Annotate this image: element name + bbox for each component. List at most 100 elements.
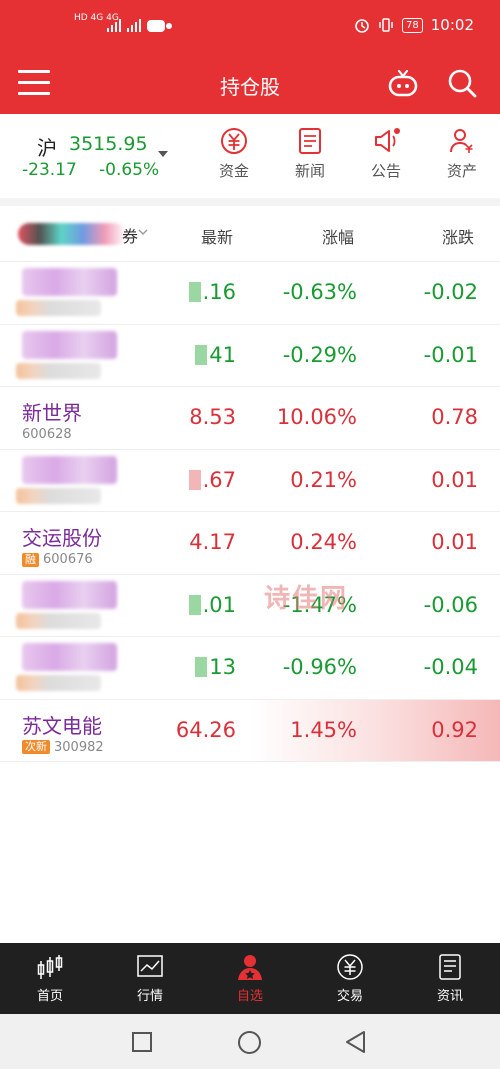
- assets-button[interactable]: 资产: [432, 126, 492, 188]
- column-header-latest[interactable]: 最新: [201, 224, 233, 248]
- latest-price: 64.26: [175, 717, 236, 742]
- change-pct: 0.21%: [290, 467, 357, 492]
- stock-row[interactable]: 新世界 600628 8.53 10.06% 0.78: [0, 387, 500, 450]
- nav-trade-label: 交易: [336, 989, 363, 1004]
- section-divider: [0, 198, 500, 206]
- nav-home-label: 首页: [36, 989, 63, 1004]
- yuan-circle-icon: [221, 128, 247, 154]
- stock-row[interactable]: .67 0.21% 0.01: [0, 450, 500, 512]
- latest-price: .01: [202, 592, 236, 617]
- latest-price-cell: 13: [146, 655, 236, 679]
- nav-news-label: 资讯: [436, 989, 463, 1004]
- yuan-coin-icon: [337, 954, 363, 980]
- change-amount: 0.78: [431, 405, 478, 429]
- change-pct: 0.24%: [290, 530, 357, 554]
- announcement-label: 公告: [370, 162, 401, 180]
- news-label: 新闻: [294, 162, 325, 180]
- stock-tag-badge: 融: [22, 552, 39, 567]
- watermark: 诗佳网: [264, 584, 349, 614]
- stock-name: 交运股份: [22, 526, 102, 550]
- stock-row[interactable]: .16 -0.63% -0.02: [0, 262, 500, 325]
- chevron-down-icon: [138, 229, 148, 235]
- robot-icon[interactable]: [386, 67, 420, 99]
- group-selector[interactable]: 券: [18, 223, 153, 247]
- masked-stock-code: [16, 362, 101, 379]
- stock-row[interactable]: .01 -1.47% -0.06: [0, 575, 500, 637]
- column-header-change[interactable]: 涨跌: [442, 224, 474, 248]
- latest-price-cell: 4.17: [146, 530, 236, 554]
- index-quote-bar[interactable]: 沪 3515.95 -23.17 -0.65% 资金 新闻 公告 资产: [0, 114, 500, 198]
- masked-stock-name: [22, 580, 117, 609]
- change-amount: -0.01: [423, 342, 478, 367]
- alarm-icon: [355, 19, 369, 33]
- index-change: -23.17: [22, 160, 77, 180]
- index-dropdown-caret-icon[interactable]: [158, 151, 168, 157]
- change-pct: -0.63%: [282, 280, 357, 304]
- nav-watchlist[interactable]: 自选: [210, 953, 290, 1004]
- stock-row[interactable]: 苏文电能 次新 300982 64.26 1.45% 0.92: [0, 699, 500, 762]
- stock-row[interactable]: 13 -0.96% -0.04: [0, 637, 500, 700]
- index-change-pct: -0.65%: [99, 160, 160, 180]
- change-amount: 0.01: [431, 467, 478, 492]
- funds-button[interactable]: 资金: [204, 126, 264, 188]
- news-document-icon: [299, 128, 321, 154]
- masked-stock-name: [22, 643, 117, 671]
- document-icon: [439, 954, 461, 980]
- recent-apps-icon[interactable]: [131, 1031, 153, 1053]
- stock-name: 新世界: [22, 401, 82, 425]
- column-header-pct[interactable]: 涨幅: [322, 224, 354, 248]
- nav-watchlist-label: 自选: [236, 989, 263, 1004]
- table-header: 券 最新 涨幅 涨跌: [0, 206, 500, 262]
- search-icon[interactable]: [446, 67, 478, 99]
- home-circle-icon[interactable]: [237, 1030, 262, 1055]
- notification-dot: [394, 128, 400, 134]
- nav-market-label: 行情: [136, 989, 163, 1004]
- masked-stock-name: [22, 455, 117, 484]
- group-name-blurred: [18, 223, 126, 245]
- nav-news[interactable]: 资讯: [410, 953, 490, 1004]
- page-title: 持仓股: [220, 75, 280, 99]
- latest-price: .67: [202, 467, 236, 492]
- latest-price-cell: 64.26: [146, 718, 236, 742]
- price-mask: [195, 344, 208, 365]
- stock-code: 600676: [43, 552, 93, 567]
- signal-icon: [107, 19, 172, 32]
- latest-price-cell: 8.53: [146, 405, 236, 429]
- masked-stock-code: [16, 487, 101, 504]
- status-bar: HD 4G 4G 78 10:02: [0, 0, 500, 57]
- latest-price-cell: 41: [146, 343, 236, 367]
- latest-price-cell: .16: [146, 280, 236, 304]
- change-pct: -0.29%: [282, 342, 357, 367]
- stock-name: 苏文电能: [22, 713, 102, 738]
- group-label: 券: [122, 227, 139, 246]
- masked-stock-name: [22, 330, 117, 359]
- nav-market[interactable]: 行情: [110, 953, 190, 1004]
- latest-price: 8.53: [189, 405, 236, 429]
- funds-label: 资金: [218, 162, 249, 180]
- change-amount: -0.04: [423, 655, 478, 679]
- bottom-nav: 首页 行情 自选 交易 资讯: [0, 943, 500, 1014]
- stock-code-line: 融 600676: [22, 552, 93, 567]
- candlestick-icon: [37, 955, 63, 979]
- person-yuan-icon: [450, 129, 473, 153]
- stock-code-line: 600628: [22, 427, 72, 442]
- back-triangle-icon[interactable]: [344, 1030, 368, 1054]
- price-mask: [195, 657, 208, 677]
- line-chart-icon: [137, 955, 163, 977]
- change-amount: -0.02: [423, 280, 478, 304]
- masked-stock-code: [16, 300, 101, 316]
- news-button[interactable]: 新闻: [280, 126, 340, 188]
- latest-price: .16: [202, 280, 236, 304]
- vibrate-icon: [379, 18, 393, 32]
- price-mask: [188, 282, 201, 302]
- latest-price: 13: [209, 655, 236, 679]
- stock-row[interactable]: 交运股份融 600676 4.17 0.24% 0.01: [0, 512, 500, 575]
- nav-home[interactable]: 首页: [10, 953, 90, 1004]
- status-right: 78 10:02: [354, 16, 474, 34]
- announcement-button[interactable]: 公告: [356, 126, 416, 188]
- nav-trade[interactable]: 交易: [310, 953, 390, 1004]
- change-amount: -0.06: [423, 592, 478, 617]
- stock-row[interactable]: 41 -0.29% -0.01: [0, 325, 500, 387]
- system-nav-bar: [0, 1014, 500, 1069]
- stock-code: 300982: [54, 739, 104, 755]
